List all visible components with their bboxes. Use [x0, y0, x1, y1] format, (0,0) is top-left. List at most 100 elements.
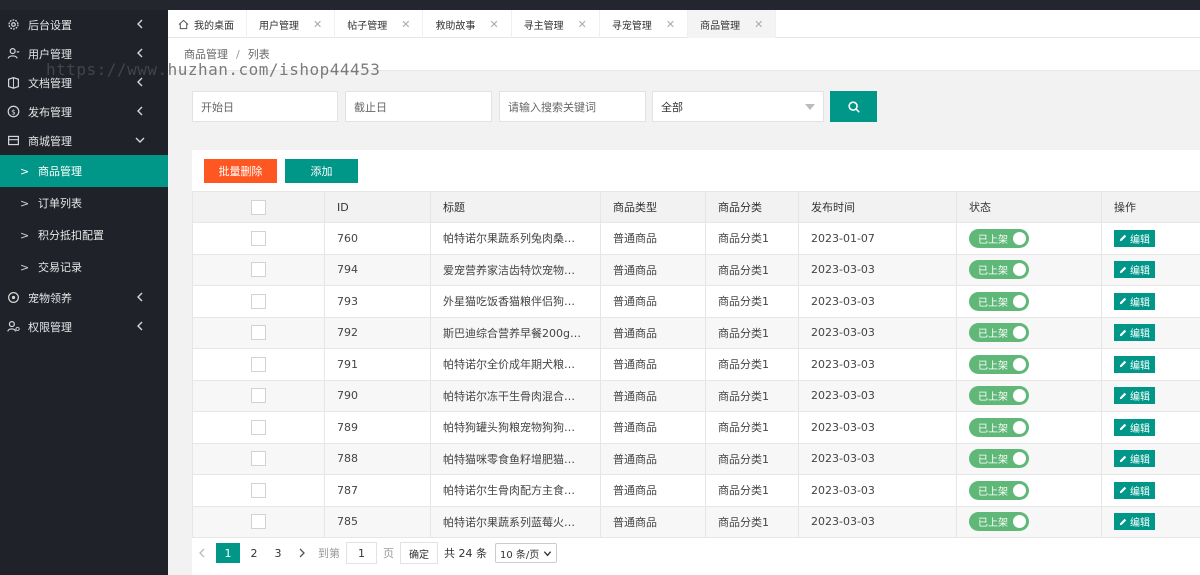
- page-button[interactable]: 2: [244, 543, 264, 563]
- row-checkbox[interactable]: [251, 451, 266, 467]
- cell-date: 2023-03-03: [798, 348, 957, 381]
- sidebar-sub-products[interactable]: > 商品管理: [0, 155, 168, 187]
- cell-id: 792: [324, 316, 431, 349]
- cell-title: 帕特诺尔果蔬系列蓝莓火…: [430, 505, 601, 538]
- close-icon[interactable]: ✕: [754, 18, 763, 31]
- tab-home[interactable]: 我的桌面: [168, 10, 247, 38]
- page-button[interactable]: 1: [216, 543, 240, 563]
- sidebar-item-label: 宠物领养: [28, 291, 72, 305]
- row-select-cell: [192, 505, 325, 538]
- tab-find-owner[interactable]: 寻主管理 ✕: [512, 10, 600, 38]
- sidebar-sub-orders[interactable]: > 订单列表: [0, 187, 168, 219]
- tab-rescue-stories[interactable]: 救助故事 ✕: [423, 10, 512, 38]
- sidebar-sub-transactions[interactable]: > 交易记录: [0, 251, 168, 283]
- tab-bar: 我的桌面 用户管理 ✕ 帖子管理 ✕ 救助故事 ✕ 寻主管理 ✕ 寻宠管理 ✕ 商品管理 ✕: [168, 10, 1200, 38]
- pencil-icon: [1119, 487, 1127, 494]
- page-button[interactable]: 3: [268, 543, 288, 563]
- status-toggle-label: 已上架: [978, 486, 1008, 498]
- chevron-right-icon: >: [20, 228, 30, 242]
- page-size-select[interactable]: 10 条/页: [495, 543, 558, 563]
- status-toggle[interactable]: 已上架: [969, 386, 1029, 406]
- cell-id: 789: [324, 411, 431, 444]
- cell-actions: 编辑: [1101, 348, 1200, 381]
- edit-label: 编辑: [1130, 234, 1150, 246]
- tab-users[interactable]: 用户管理 ✕: [247, 10, 336, 38]
- table-row: 788 帕特猫咪零食鱼籽增肥猫… 普通商品 商品分类1 2023-03-03 已上架 编辑: [192, 442, 1200, 475]
- column-header: 商品类型: [600, 191, 706, 223]
- edit-button[interactable]: 编辑: [1114, 418, 1155, 436]
- sidebar-item-publish[interactable]: $ 发布管理: [0, 97, 168, 126]
- breadcrumb-parent[interactable]: 商品管理: [184, 46, 228, 62]
- prev-page-icon[interactable]: [192, 543, 212, 563]
- edit-button[interactable]: 编辑: [1114, 324, 1155, 342]
- edit-button[interactable]: 编辑: [1114, 229, 1155, 247]
- sidebar-item-adoption[interactable]: 宠物领养: [0, 283, 168, 312]
- main-content: 开始日 截止日 请输入搜索关键词 全部 批量删除 添加 ID 标题 商品类型 商…: [168, 71, 1200, 575]
- sidebar-item-shop[interactable]: 商城管理: [0, 126, 168, 155]
- row-checkbox[interactable]: [251, 482, 266, 498]
- table-row: 785 帕特诺尔果蔬系列蓝莓火… 普通商品 商品分类1 2023-03-03 已上架 编辑: [192, 505, 1200, 538]
- tab-find-pet[interactable]: 寻宠管理 ✕: [600, 10, 689, 38]
- edit-button[interactable]: 编辑: [1114, 513, 1155, 531]
- row-checkbox[interactable]: [251, 262, 266, 278]
- end-date-input[interactable]: 截止日: [345, 91, 492, 122]
- tab-label: 用户管理: [259, 20, 299, 32]
- close-icon[interactable]: ✕: [489, 18, 498, 31]
- sidebar-item-docs[interactable]: 文档管理: [0, 68, 168, 97]
- status-toggle[interactable]: 已上架: [969, 323, 1029, 343]
- table-toolbar: 批量删除 添加: [192, 150, 1200, 191]
- sidebar-item-permissions[interactable]: 权限管理: [0, 312, 168, 341]
- gear-icon: [6, 18, 20, 32]
- row-checkbox[interactable]: [251, 230, 266, 246]
- status-toggle[interactable]: 已上架: [969, 228, 1029, 248]
- select-all-checkbox[interactable]: [251, 199, 266, 215]
- status-select[interactable]: 全部: [652, 91, 824, 122]
- row-checkbox[interactable]: [251, 419, 266, 435]
- status-toggle[interactable]: 已上架: [969, 449, 1029, 469]
- edit-button[interactable]: 编辑: [1114, 355, 1155, 373]
- row-checkbox[interactable]: [251, 356, 266, 372]
- cell-date: 2023-03-03: [798, 474, 957, 507]
- edit-button[interactable]: 编辑: [1114, 450, 1155, 468]
- cell-date: 2023-03-03: [798, 253, 957, 286]
- sidebar-item-users[interactable]: 用户管理: [0, 39, 168, 68]
- edit-button[interactable]: 编辑: [1114, 387, 1155, 405]
- edit-label: 编辑: [1130, 455, 1150, 467]
- goto-confirm-button[interactable]: 确定: [400, 542, 438, 564]
- cell-status: 已上架: [956, 348, 1102, 381]
- keyword-search-input[interactable]: 请输入搜索关键词: [499, 91, 646, 122]
- edit-button[interactable]: 编辑: [1114, 292, 1155, 310]
- paw-icon: [6, 291, 20, 305]
- add-button[interactable]: 添加: [285, 159, 358, 183]
- close-icon[interactable]: ✕: [401, 18, 410, 31]
- status-toggle[interactable]: 已上架: [969, 291, 1029, 311]
- batch-delete-button[interactable]: 批量删除: [204, 159, 277, 183]
- close-icon[interactable]: ✕: [578, 18, 587, 31]
- row-checkbox[interactable]: [251, 325, 266, 341]
- status-toggle[interactable]: 已上架: [969, 512, 1029, 532]
- status-toggle[interactable]: 已上架: [969, 480, 1029, 500]
- cell-actions: 编辑: [1101, 285, 1200, 318]
- edit-button[interactable]: 编辑: [1114, 261, 1155, 279]
- start-date-input[interactable]: 开始日: [192, 91, 338, 122]
- svg-text:$: $: [11, 107, 16, 116]
- next-page-icon[interactable]: [292, 543, 312, 563]
- tab-products[interactable]: 商品管理 ✕: [688, 10, 777, 38]
- cell-actions: 编辑: [1101, 442, 1200, 475]
- goto-page-input[interactable]: 1: [346, 542, 377, 564]
- row-checkbox[interactable]: [251, 293, 266, 309]
- search-button[interactable]: [830, 91, 877, 122]
- cell-status: 已上架: [956, 222, 1102, 255]
- close-icon[interactable]: ✕: [313, 18, 322, 31]
- sidebar-sub-points[interactable]: > 积分抵扣配置: [0, 219, 168, 251]
- toggle-knob: [1013, 483, 1026, 497]
- close-icon[interactable]: ✕: [666, 18, 675, 31]
- row-checkbox[interactable]: [251, 388, 266, 404]
- status-toggle[interactable]: 已上架: [969, 354, 1029, 374]
- status-toggle[interactable]: 已上架: [969, 417, 1029, 437]
- status-toggle[interactable]: 已上架: [969, 260, 1029, 280]
- sidebar-item-settings[interactable]: 后台设置: [0, 10, 168, 39]
- row-checkbox[interactable]: [251, 514, 266, 530]
- tab-posts[interactable]: 帖子管理 ✕: [335, 10, 424, 38]
- edit-button[interactable]: 编辑: [1114, 481, 1155, 499]
